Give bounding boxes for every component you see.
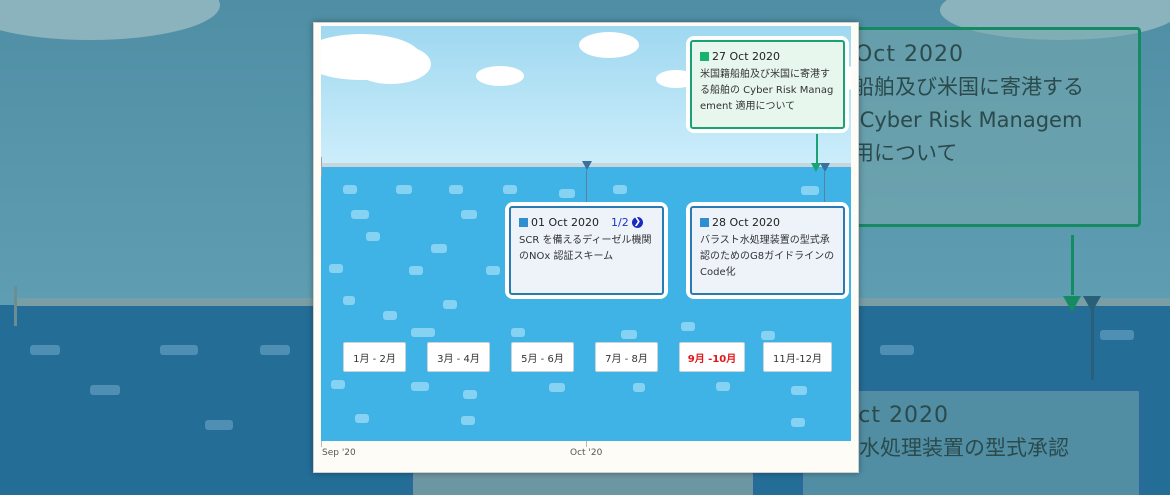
background-connector <box>1091 310 1094 380</box>
wave <box>503 185 517 194</box>
wave <box>621 330 637 339</box>
event-date: 27 Oct 2020 <box>712 50 781 63</box>
wave <box>716 382 730 391</box>
event-connector <box>816 134 818 164</box>
axis-label-oct: Oct '20 <box>570 448 603 458</box>
background-card-line: 籍船舶及び米国に寄港する <box>832 75 1084 99</box>
wave <box>633 383 645 392</box>
wave <box>791 418 805 427</box>
event-title: 米国籍船舶及び米国に寄港する船舶の Cyber Risk Management … <box>700 69 834 112</box>
wave <box>355 414 369 423</box>
wave <box>449 185 463 194</box>
wave <box>461 210 477 219</box>
wave <box>791 386 807 395</box>
wave <box>559 189 575 198</box>
wave <box>486 266 500 275</box>
background-wave <box>30 345 60 355</box>
wave <box>431 244 447 253</box>
background-wave <box>1100 330 1134 340</box>
month-filter-mar-apr[interactable]: 3月 - 4月 <box>427 342 490 372</box>
month-filter-jul-aug[interactable]: 7月 - 8月 <box>595 342 658 372</box>
event-connector <box>586 170 587 204</box>
wave <box>343 185 357 194</box>
event-card[interactable]: 28 Oct 2020 バラスト水処理装置の型式承認のためのG8ガイドラインのC… <box>690 206 845 295</box>
event-card[interactable]: 01 Oct 2020 1/2 ❯ SCR を備えるディーゼル機関のNOx 認証… <box>509 206 664 295</box>
event-card-selected[interactable]: 27 Oct 2020 米国籍船舶及び米国に寄港する船舶の Cyber Risk… <box>690 40 845 129</box>
timeline-stage: 27 Oct 2020 米国籍船舶及び米国に寄港する船舶の Cyber Risk… <box>321 26 851 441</box>
wave <box>461 416 475 425</box>
cloud <box>351 44 431 84</box>
wave <box>411 328 435 337</box>
event-marker[interactable] <box>820 163 830 172</box>
wave <box>351 210 369 219</box>
timeline-start-tick <box>321 157 322 177</box>
background-card-date: 7 Oct 2020 <box>832 42 965 67</box>
cloud <box>579 32 639 58</box>
background-event-card <box>410 470 756 495</box>
background-card-line: 適用について <box>832 141 958 165</box>
wave <box>331 380 345 389</box>
event-marker[interactable] <box>582 161 592 170</box>
wave <box>463 390 477 399</box>
background-connector <box>1071 235 1074 295</box>
event-color-icon <box>519 218 528 227</box>
wave <box>343 296 355 305</box>
background-card-line: の Cyber Risk Managem <box>832 108 1083 132</box>
event-date: 01 Oct 2020 <box>531 216 600 229</box>
wave <box>329 264 343 273</box>
wave <box>443 300 457 309</box>
event-color-icon <box>700 52 709 61</box>
event-pager: 1/2 ❯ <box>611 216 643 229</box>
timeline-modal: 27 Oct 2020 米国籍船舶及び米国に寄港する船舶の Cyber Risk… <box>313 22 859 473</box>
wave <box>409 266 423 275</box>
event-title: バラスト水処理装置の型式承認のためのG8ガイドラインのCode化 <box>700 235 835 278</box>
background-wave <box>260 345 290 355</box>
month-filter-jan-feb[interactable]: 1月 - 2月 <box>343 342 406 372</box>
wave <box>761 331 775 340</box>
background-wave <box>880 345 914 355</box>
month-filter-nov-dec[interactable]: 11月-12月 <box>763 342 832 372</box>
event-date: 28 Oct 2020 <box>712 216 781 229</box>
wave <box>411 382 429 391</box>
month-filter-sep-oct[interactable]: 9月 -10月 <box>679 342 745 372</box>
wave <box>396 185 412 194</box>
cloud <box>476 66 524 86</box>
axis-tick <box>586 441 587 447</box>
axis-tick <box>321 441 322 447</box>
background-event-card: 7 Oct 2020 籍船舶及び米国に寄港する の Cyber Risk Man… <box>815 27 1141 227</box>
wave <box>383 311 397 320</box>
event-color-icon <box>700 218 709 227</box>
wave <box>549 383 565 392</box>
wave <box>366 232 380 241</box>
wave <box>681 322 695 331</box>
background-marker <box>1063 296 1081 312</box>
event-connector <box>824 172 825 204</box>
background-wave <box>90 385 120 395</box>
next-page-icon[interactable]: ❯ <box>631 217 643 228</box>
background-axis-start <box>14 286 17 326</box>
background-wave <box>160 345 198 355</box>
background-card-line: スト水処理装置の型式承認 <box>817 436 1069 460</box>
axis-label-sep: Sep '20 <box>322 448 356 458</box>
event-title: SCR を備えるディーゼル機関のNOx 認証スキーム <box>519 235 652 262</box>
wave <box>613 185 627 194</box>
background-wave <box>205 420 233 430</box>
event-pager-count: 1/2 <box>611 216 629 229</box>
month-filter-may-jun[interactable]: 5月 - 6月 <box>511 342 574 372</box>
wave <box>801 186 819 195</box>
background-card-date: 3 Oct 2020 <box>817 403 950 428</box>
wave <box>511 328 525 337</box>
